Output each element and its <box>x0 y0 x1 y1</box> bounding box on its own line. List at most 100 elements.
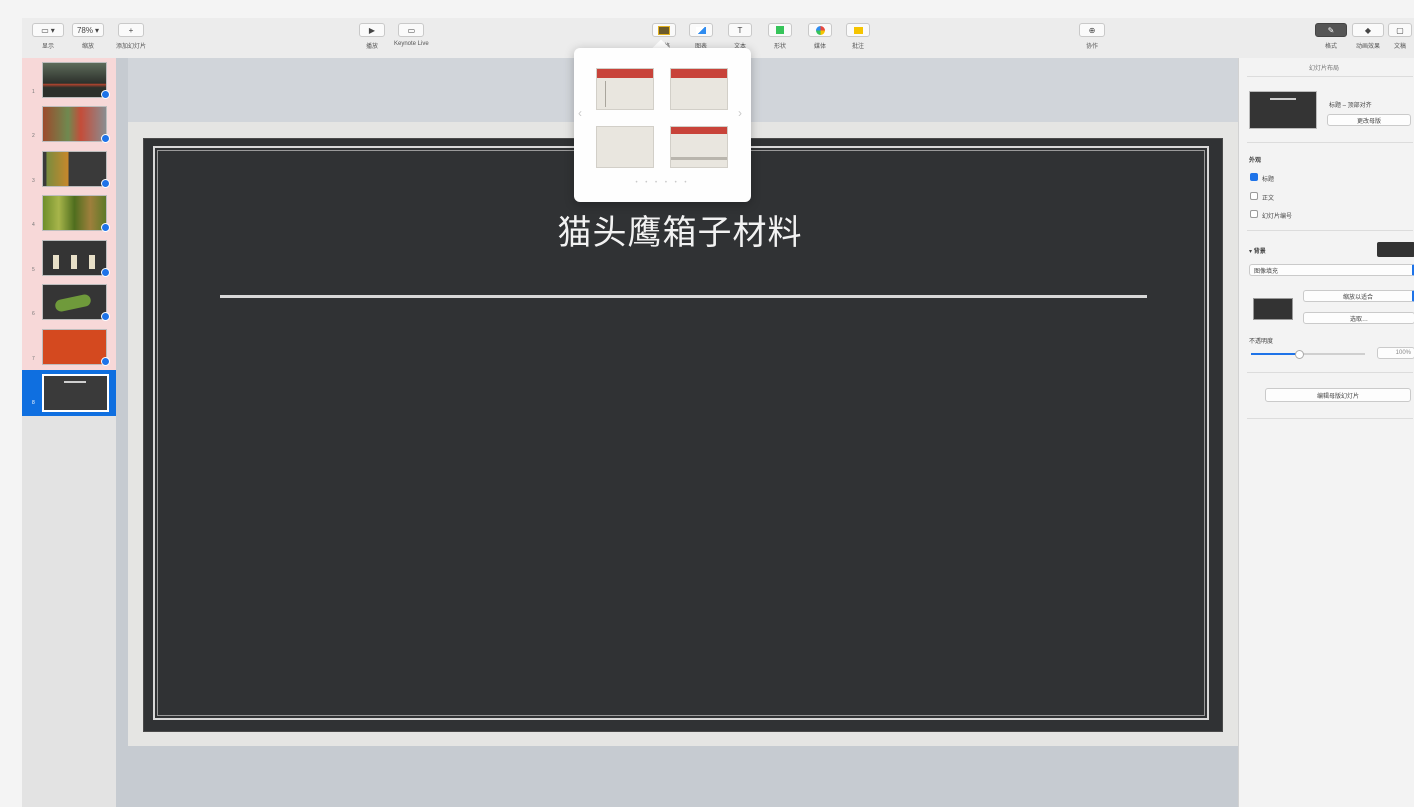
layout-title-top[interactable] <box>670 68 728 110</box>
layout-title-bottom-bar[interactable] <box>670 126 728 168</box>
chart-button[interactable]: 图表 <box>689 23 713 50</box>
slide-number: 7 <box>32 356 35 362</box>
slide-number-checkbox-label: 幻灯片编号 <box>1262 214 1293 220</box>
document-label: 文稿 <box>1393 44 1406 50</box>
zoom-button[interactable]: 78% ▾ 缩放 <box>72 23 104 50</box>
text-button[interactable]: T 文本 <box>728 23 752 50</box>
scale-popup[interactable]: 缩放以适合 <box>1303 290 1414 302</box>
layout-title-sidebar[interactable] <box>596 68 654 110</box>
slide-number: 2 <box>32 133 35 139</box>
thumbnail-image <box>42 151 107 187</box>
body-checkbox[interactable] <box>1250 192 1258 200</box>
animate-button[interactable]: ◆ 动画效果 <box>1352 23 1384 50</box>
slide-thumbnail-6[interactable]: 6 <box>22 281 116 325</box>
slide-number: 1 <box>32 89 35 95</box>
layout-title-bar <box>671 69 727 78</box>
slide-thumbnail-8[interactable]: 8 <box>22 370 116 416</box>
layout-title-bar <box>597 69 653 78</box>
bottle-shape <box>53 255 59 269</box>
opacity-label: 不透明度 <box>1249 339 1274 345</box>
title-checkbox-label: 标题 <box>1262 177 1275 183</box>
opacity-slider-track[interactable] <box>1251 350 1365 359</box>
thumbnail-image <box>42 106 107 142</box>
shape-icon <box>776 26 784 34</box>
choose-button[interactable]: 选取… <box>1303 312 1414 324</box>
play-icon: ▶ <box>368 25 376 35</box>
collaborate-label: 协作 <box>1085 44 1098 50</box>
media-label: 媒体 <box>813 44 826 50</box>
appearance-heading: 外观 <box>1249 158 1262 164</box>
title-divider <box>220 295 1147 298</box>
change-master-button[interactable]: 更改母版 <box>1327 114 1411 126</box>
zoom-label: 缩放 <box>81 44 94 50</box>
slide-number: 4 <box>32 222 35 228</box>
comment-label: 批注 <box>851 44 864 50</box>
bottle-shape <box>71 255 77 269</box>
divider <box>1247 76 1413 77</box>
master-thumbnail[interactable] <box>1249 91 1317 129</box>
collaborate-icon: ⊕ <box>1088 25 1096 35</box>
slide-thumbnail-7[interactable]: 7 <box>22 326 116 370</box>
comment-button[interactable]: 批注 <box>846 23 870 50</box>
add-slide-button[interactable]: + 添加幻灯片 <box>116 23 146 50</box>
background-color-well[interactable] <box>1377 242 1414 257</box>
slide-number: 8 <box>32 400 35 406</box>
opacity-slider-knob[interactable] <box>1294 350 1304 359</box>
keynote-live-button[interactable]: ▭ Keynote Live <box>394 23 429 47</box>
slide-number-checkbox[interactable] <box>1250 210 1258 218</box>
slide-number: 6 <box>32 311 35 317</box>
collaborate-button[interactable]: ⊕ 协作 <box>1079 23 1105 50</box>
layout-popover: ‹ › • • • • • • <box>574 48 751 202</box>
add-slide-label: 添加幻灯片 <box>116 44 147 50</box>
page-dots[interactable]: • • • • • • <box>574 180 751 186</box>
slide-thumbnail-1[interactable]: 1 <box>22 59 116 103</box>
view-button[interactable]: ▭ ▾ 显示 <box>32 23 64 50</box>
edit-master-button[interactable]: 编辑母版幻灯片 <box>1265 388 1411 402</box>
opacity-field[interactable]: 100% <box>1377 347 1414 359</box>
layout-bottom-line <box>671 157 727 160</box>
checkmark-icon <box>101 223 110 232</box>
format-inspector: 幻灯片布局 标题 – 顶部对齐 更改母版 外观 标题 正文 幻灯片编号 ▾ 背景… <box>1238 58 1414 807</box>
title-checkbox[interactable] <box>1250 173 1258 181</box>
slide-number: 3 <box>32 178 35 184</box>
display-icon: ▭ <box>407 25 416 35</box>
checkmark-icon <box>101 312 110 321</box>
shape-label: 形状 <box>773 44 786 50</box>
thumbnail-title <box>64 381 86 383</box>
document-button[interactable]: ▢ 文稿 <box>1388 23 1412 50</box>
chart-icon <box>696 26 706 34</box>
chevron-left-icon[interactable]: ‹ <box>578 106 582 120</box>
format-button[interactable]: ✎ 格式 <box>1315 23 1347 50</box>
background-heading: ▾ 背景 <box>1249 249 1266 255</box>
body-checkbox-label: 正文 <box>1262 196 1275 202</box>
inspector-header: 幻灯片布局 <box>1309 66 1340 72</box>
disclosure-triangle-icon[interactable]: ▾ <box>1249 249 1252 255</box>
document-icon: ▢ <box>1396 25 1404 35</box>
play-button[interactable]: ▶ 播放 <box>359 23 385 50</box>
slide-title[interactable]: 猫头鹰箱子材料 <box>160 205 1200 254</box>
layout-blank[interactable] <box>596 126 654 168</box>
master-thumbnail-title <box>1270 98 1296 100</box>
slide-thumbnail-2[interactable]: 2 <box>22 103 116 147</box>
bottle-shape <box>89 255 95 269</box>
slide-thumbnail-4[interactable]: 4 <box>22 192 116 236</box>
chevron-right-icon[interactable]: › <box>738 106 742 120</box>
plus-icon: + <box>128 25 134 35</box>
thumbnail-image <box>42 62 107 98</box>
zoom-value: 78% <box>76 25 93 35</box>
checkmark-icon <box>101 134 110 143</box>
play-label: 播放 <box>365 44 378 50</box>
media-button[interactable]: 媒体 <box>808 23 832 50</box>
animate-label: 动画效果 <box>1355 44 1380 50</box>
divider <box>1247 418 1413 419</box>
thumbnail-image <box>42 195 107 231</box>
thumbnail-image <box>42 240 107 276</box>
shape-button[interactable]: 形状 <box>768 23 792 50</box>
checkmark-icon <box>101 357 110 366</box>
fill-type-popup[interactable]: 图像填充 <box>1249 264 1414 276</box>
image-well[interactable] <box>1253 298 1293 320</box>
slide-thumbnail-5[interactable]: 5 <box>22 237 116 281</box>
slide-thumbnail-3[interactable]: 3 <box>22 148 116 192</box>
media-icon <box>815 25 825 35</box>
divider <box>1247 372 1413 373</box>
